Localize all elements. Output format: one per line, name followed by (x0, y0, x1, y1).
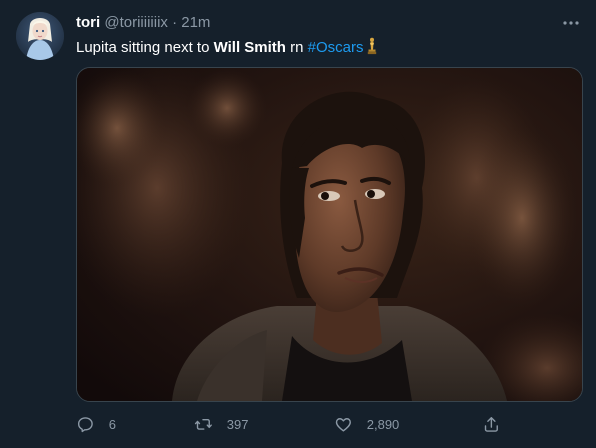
retweet-button[interactable]: 397 (194, 412, 248, 436)
photo-of-woman-in-theater (77, 68, 582, 401)
reply-button[interactable]: 6 (76, 412, 116, 436)
tweet[interactable]: tori @toriiiiiiix · 21m Lupita sitting n… (0, 0, 596, 448)
avatar-image (16, 12, 64, 60)
avatar[interactable] (16, 12, 64, 60)
tweet-text-prefix: Lupita sitting next to (76, 39, 214, 56)
tweet-text: Lupita sitting next to Will Smith rn #Os… (76, 37, 576, 61)
hashtag-link[interactable]: #Oscars (308, 39, 364, 56)
more-horizontal-icon (563, 21, 579, 25)
reply-icon (77, 416, 93, 432)
tweet-actions: 6 397 2,890 (76, 412, 580, 436)
display-name[interactable]: tori (76, 14, 100, 31)
reply-count: 6 (108, 416, 116, 432)
tweet-header: tori @toriiiiiiix · 21m (76, 13, 580, 33)
timestamp[interactable]: 21m (181, 14, 210, 31)
tweet-text-suffix: rn (285, 39, 308, 56)
like-button[interactable]: 2,890 (334, 412, 399, 436)
separator-dot: · (172, 14, 178, 31)
share-button[interactable] (482, 412, 501, 436)
retweet-icon (194, 418, 212, 430)
heart-icon (335, 417, 351, 432)
share-icon (484, 416, 498, 432)
oscar-statuette-icon (366, 37, 378, 61)
tweet-media[interactable] (76, 67, 583, 402)
retweet-count: 397 (226, 416, 249, 432)
like-count: 2,890 (366, 416, 400, 432)
more-options-button[interactable] (562, 14, 580, 32)
tweet-text-bold: Will Smith (213, 39, 286, 56)
user-handle[interactable]: @toriiiiiiix (104, 14, 168, 31)
